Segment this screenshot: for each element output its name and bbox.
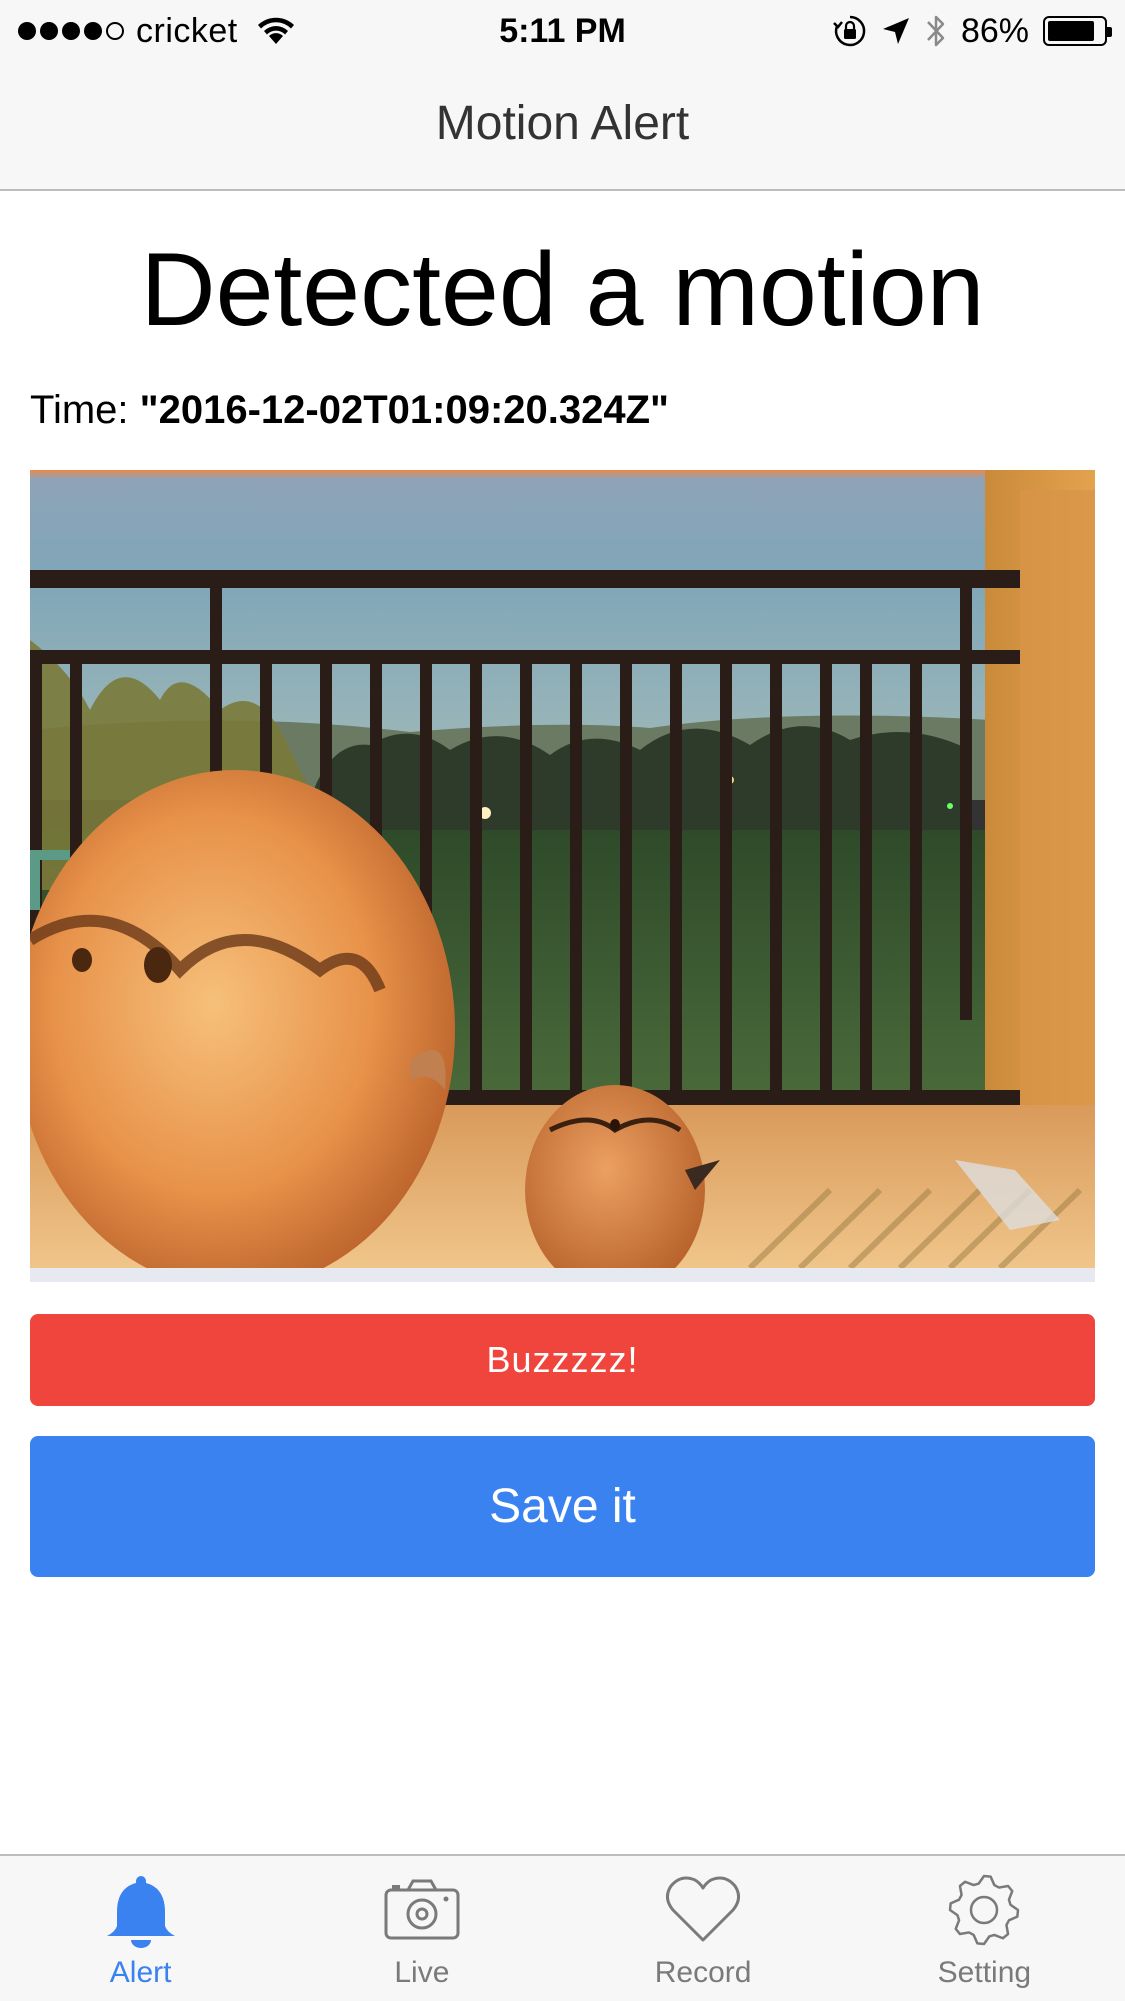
gear-icon — [949, 1874, 1020, 1946]
tab-record[interactable]: Record — [563, 1856, 844, 2001]
battery-percent: 86% — [960, 11, 1029, 50]
motion-snapshot — [30, 470, 1095, 1268]
tab-setting[interactable]: Setting — [844, 1856, 1125, 2001]
tab-bar: Alert Live Record Setting — [0, 1854, 1125, 2001]
alert-heading: Detected a motion — [140, 232, 985, 348]
tab-label-alert: Alert — [109, 1956, 172, 1989]
snapshot-bottom-strip — [30, 1268, 1095, 1282]
camera-icon — [384, 1879, 460, 1940]
tab-label-record: Record — [654, 1956, 752, 1989]
heart-icon — [666, 1876, 741, 1942]
time-label: Time: — [30, 388, 140, 432]
battery-icon — [1043, 16, 1112, 46]
navigation-bar: Motion Alert — [0, 62, 1125, 191]
status-bar: cricket 5:11 PM 86% — [0, 0, 1125, 62]
location-arrow-icon — [882, 18, 909, 44]
tab-label-live: Live — [394, 1956, 450, 1989]
tab-label-setting: Setting — [937, 1956, 1032, 1989]
save-button[interactable]: Save it — [30, 1436, 1095, 1577]
time-value: "2016-12-02T01:09:20.324Z" — [139, 388, 670, 432]
buzz-button[interactable]: Buzzzzz! — [30, 1314, 1095, 1406]
alert-time: Time: "2016-12-02T01:09:20.324Z" — [30, 385, 669, 435]
tab-alert[interactable]: Alert — [0, 1856, 281, 2001]
bluetooth-icon — [927, 15, 945, 47]
bell-icon — [106, 1876, 175, 1948]
tab-live[interactable]: Live — [281, 1856, 562, 2001]
rotation-lock-icon — [833, 15, 866, 47]
page-title: Motion Alert — [435, 97, 690, 150]
